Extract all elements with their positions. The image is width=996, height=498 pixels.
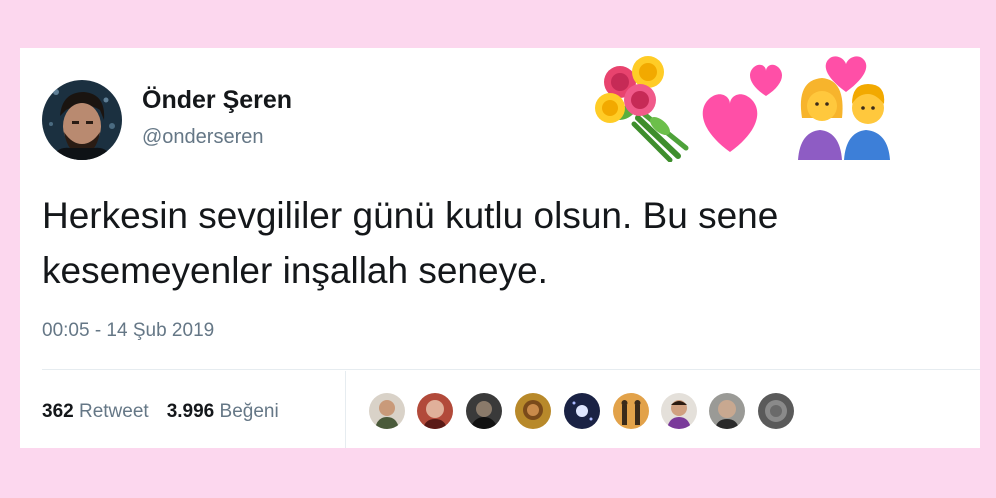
retweets-stat[interactable]: 362 Retweet <box>42 401 149 422</box>
author-handle[interactable]: @onderseren <box>142 126 263 149</box>
liker-avatar[interactable] <box>611 391 651 431</box>
retweet-label: Retweet <box>78 401 149 422</box>
liker-avatar[interactable] <box>659 391 699 431</box>
likes-stat[interactable]: 3.996 Beğeni <box>167 401 279 422</box>
couple-with-heart-icon <box>798 56 890 160</box>
tweet-text: Herkesin sevgililer günü kutlu olsun. Bu… <box>42 195 779 291</box>
liker-avatar[interactable] <box>562 391 602 431</box>
tweet-timestamp[interactable]: 00:05 - 14 Şub 2019 <box>42 320 214 342</box>
tweet-card: Önder Şeren @onderseren Herkesin sevgili… <box>20 48 980 448</box>
liker-avatar[interactable] <box>707 391 747 431</box>
emoji-group <box>586 52 896 162</box>
two-hearts-icon <box>702 64 782 152</box>
stats-separator <box>345 371 346 448</box>
bouquet-icon <box>595 56 689 162</box>
liker-avatar[interactable] <box>756 391 796 431</box>
engagement-stats: 362 Retweet 3.996 Beğeni <box>42 401 279 423</box>
liker-avatar[interactable] <box>513 391 553 431</box>
divider <box>42 369 980 370</box>
liker-avatar[interactable] <box>415 391 455 431</box>
liker-avatar[interactable] <box>464 391 504 431</box>
like-label: Beğeni <box>219 401 279 422</box>
like-count: 3.996 <box>166 401 215 422</box>
liker-avatar[interactable] <box>367 391 407 431</box>
retweet-count: 362 <box>42 401 74 422</box>
author-avatar[interactable] <box>42 80 122 160</box>
author-name[interactable]: Önder Şeren <box>142 86 292 115</box>
